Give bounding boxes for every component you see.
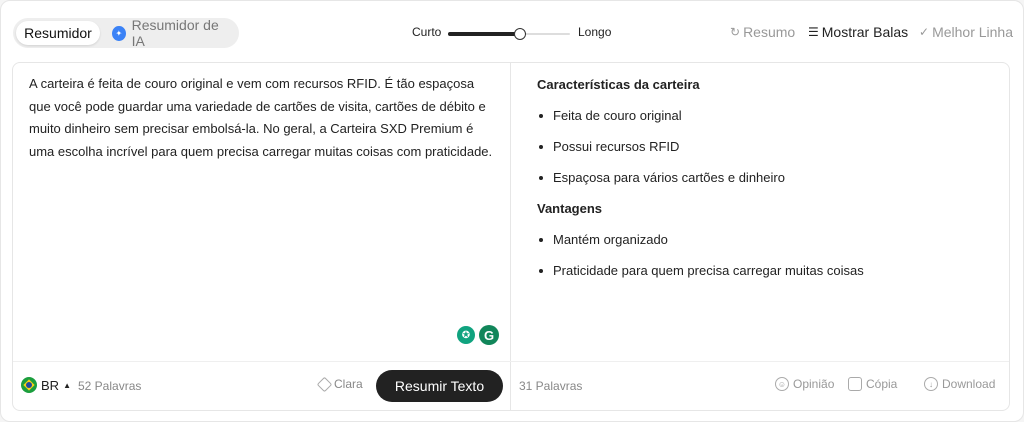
feedback-button[interactable]: ☺ Opinião	[775, 377, 834, 391]
grammar-bulb-icon[interactable]: ✪	[457, 326, 475, 344]
copy-icon	[848, 377, 862, 391]
input-text-area[interactable]: A carteira é feita de couro original e v…	[29, 73, 499, 163]
ai-summarizer-mode-tab[interactable]: ✦ Resumidor de IA	[100, 17, 236, 49]
mode-switcher: Resumidor ✦ Resumidor de IA	[13, 17, 239, 49]
top-toolbar: Resumidor ✦ Resumidor de IA Curto Longo …	[1, 1, 1024, 63]
copy-label: Cópia	[866, 377, 898, 391]
copy-button[interactable]: Cópia	[848, 377, 897, 391]
caret-up-icon: ▲	[63, 380, 71, 390]
best-line-button[interactable]: ✓ Melhor Linha	[919, 24, 1013, 40]
clear-label: Clara	[334, 377, 363, 391]
list-item: Espaçosa para vários cartões e dinheiro	[537, 162, 997, 193]
panel-divider	[510, 63, 511, 410]
section-title-features: Características da carteira	[537, 77, 700, 92]
download-icon: ↓	[924, 377, 938, 391]
grammarly-icon[interactable]: G	[479, 325, 499, 345]
best-line-icon: ✓	[919, 25, 930, 39]
ai-sparkle-icon: ✦	[112, 25, 126, 41]
summary-output: Características da carteira Feita de cou…	[537, 75, 997, 286]
best-line-label: Melhor Linha	[932, 24, 1013, 40]
language-selector[interactable]: BR ▲	[21, 377, 71, 393]
download-button[interactable]: ↓ Download	[924, 377, 995, 391]
summarizer-app: Resumidor ✦ Resumidor de IA Curto Longo …	[0, 0, 1024, 422]
summarizer-mode-tab[interactable]: Resumidor	[16, 21, 100, 45]
list-item: Possui recursos RFID	[537, 131, 997, 162]
ai-summarizer-label: Resumidor de IA	[131, 17, 219, 49]
input-word-count: 52 Palavras	[78, 379, 142, 393]
feedback-label: Opinião	[793, 377, 835, 391]
slider-fill	[448, 32, 520, 36]
brazil-flag-icon	[21, 377, 37, 393]
footer-divider	[13, 361, 1009, 362]
list-item: Feita de couro original	[537, 100, 997, 131]
clear-button[interactable]: Clara	[316, 376, 363, 392]
feedback-icon: ☺	[775, 377, 789, 391]
summary-label: Resumo	[743, 24, 796, 40]
length-long-label: Longo	[578, 25, 612, 39]
eraser-icon	[316, 376, 333, 392]
list-item: Praticidade para quem precisa carregar m…	[537, 255, 997, 286]
bullets-icon: ☰	[808, 25, 819, 39]
summary-button[interactable]: ↻ Resumo	[730, 24, 795, 40]
length-short-label: Curto	[412, 25, 442, 39]
editor-panels: A carteira é feita de couro original e v…	[12, 62, 1010, 411]
section-title-advantages: Vantagens	[537, 201, 603, 216]
list-item: Mantém organizado	[537, 224, 997, 255]
length-slider[interactable]	[448, 28, 570, 40]
download-label: Download	[942, 377, 996, 391]
summary-icon: ↻	[730, 25, 741, 39]
language-code: BR	[41, 377, 60, 393]
features-list: Feita de couro original Possui recursos …	[537, 100, 997, 193]
output-word-count: 31 Palavras	[519, 379, 583, 393]
show-bullets-button[interactable]: ☰ Mostrar Balas	[808, 24, 908, 40]
grammar-widgets: ✪ G	[457, 323, 501, 347]
advantages-list: Mantém organizado Praticidade para quem …	[537, 224, 997, 286]
show-bullets-label: Mostrar Balas	[821, 24, 909, 40]
summarize-button[interactable]: Resumir Texto	[376, 370, 503, 402]
slider-thumb[interactable]	[514, 28, 526, 40]
